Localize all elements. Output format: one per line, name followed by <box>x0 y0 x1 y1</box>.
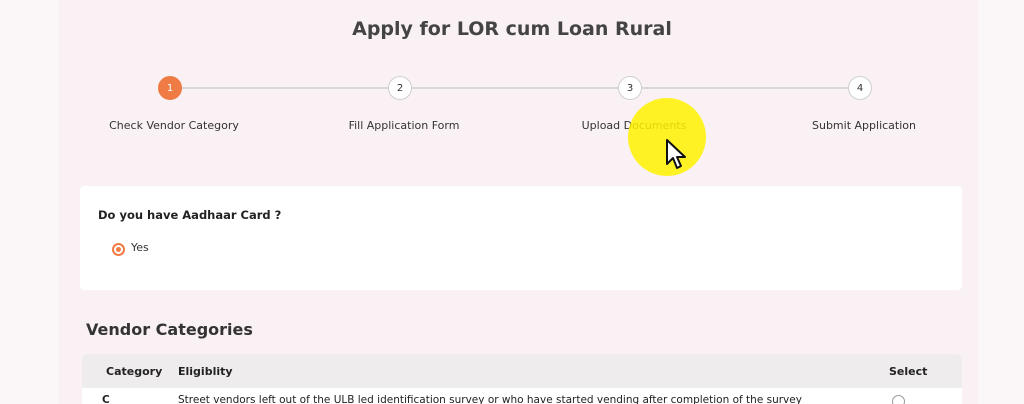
step-1-indicator[interactable]: 1 <box>158 76 182 100</box>
row-category-cell: C <box>102 394 110 404</box>
vendor-categories-table: Category Eligiblity Select C Street vend… <box>82 354 962 404</box>
stepper-track <box>170 87 860 89</box>
mouse-pointer-icon <box>666 139 686 169</box>
step-4-indicator[interactable]: 4 <box>848 76 872 100</box>
aadhaar-question: Do you have Aadhaar Card ? <box>98 208 282 222</box>
aadhaar-card-section: Do you have Aadhaar Card ? Yes <box>80 186 962 290</box>
step-3-indicator[interactable]: 3 <box>618 76 642 100</box>
column-header-eligibility: Eligiblity <box>178 365 233 378</box>
column-header-category: Category <box>106 365 163 378</box>
vendor-categories-title: Vendor Categories <box>86 320 253 339</box>
aadhaar-yes-label[interactable]: Yes <box>131 241 149 254</box>
step-4-label: Submit Application <box>812 119 916 132</box>
page-title: Apply for LOR cum Loan Rural <box>352 18 672 40</box>
radio-selected-dot <box>116 247 121 252</box>
table-header: Category Eligiblity Select <box>82 354 962 388</box>
step-1-label: Check Vendor Category <box>109 119 239 132</box>
column-header-select: Select <box>889 365 928 378</box>
row-select-radio[interactable] <box>892 395 905 404</box>
step-2-indicator[interactable]: 2 <box>388 76 412 100</box>
row-eligibility-cell: Street vendors left out of the ULB led i… <box>178 394 802 404</box>
aadhaar-yes-radio[interactable] <box>112 243 125 256</box>
step-2-label: Fill Application Form <box>348 119 460 132</box>
